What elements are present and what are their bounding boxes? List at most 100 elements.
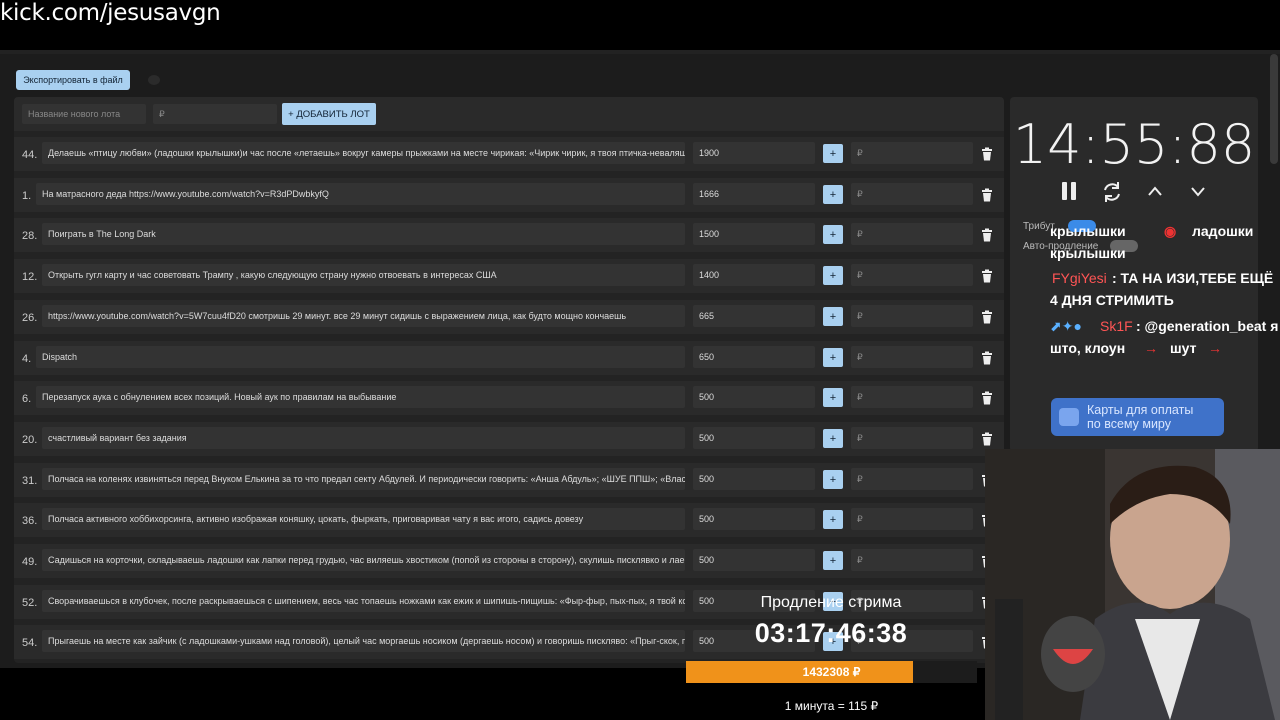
arrow-icon: → xyxy=(1144,340,1158,356)
lot-add-amount-input[interactable]: ₽ xyxy=(851,223,973,245)
payment-cards-banner[interactable]: Карты для оплаты по всему миру xyxy=(1051,398,1224,436)
lot-add-amount-input[interactable]: ₽ xyxy=(851,183,973,205)
lot-title-input[interactable]: Открыть гугл карту и час советовать Трам… xyxy=(42,264,685,286)
lot-add-amount-input[interactable]: ₽ xyxy=(851,346,973,368)
lot-row: 26. https://www.youtube.com/watch?v=5W7cu… xyxy=(14,300,1004,334)
lot-title-input[interactable]: Поиграть в The Long Dark xyxy=(42,223,685,245)
chat-overlay: крылышки ◉ ладошки крылышки FYgiYesi : Т… xyxy=(1048,223,1280,366)
channel-url-overlay: kick.com/jesusavgn xyxy=(0,0,221,26)
lot-title-input[interactable]: Прыгаешь на месте как зайчик (с ладошкам… xyxy=(42,630,685,652)
lot-row: 6. Перезапуск аука с обнулением всех пози… xyxy=(14,381,1004,415)
reset-icon[interactable] xyxy=(1101,181,1123,203)
lot-row: 4. Dispatch 650 + ₽ xyxy=(14,341,1004,375)
add-to-lot-button[interactable]: + xyxy=(823,144,843,163)
lot-number: 36. xyxy=(22,515,38,527)
lot-amount-input[interactable]: 500 xyxy=(693,427,815,449)
trash-icon[interactable] xyxy=(980,147,994,161)
lot-amount-input[interactable]: 500 xyxy=(693,508,815,530)
pause-icon[interactable] xyxy=(1060,181,1080,201)
donation-progress-bar: 1432308 ₽ xyxy=(686,661,977,683)
chat-message: што, клоун xyxy=(1050,340,1126,356)
lot-number: 44. xyxy=(22,149,38,161)
export-button[interactable]: Экспортировать в файл xyxy=(16,70,130,90)
lot-number: 31. xyxy=(22,475,38,487)
lot-row: 20. счастливый вариант без задания 500 + ₽ xyxy=(14,422,1004,456)
lot-number: 52. xyxy=(22,597,38,609)
add-to-lot-button[interactable]: + xyxy=(823,388,843,407)
lot-amount-input[interactable]: 500 xyxy=(693,549,815,571)
add-to-lot-button[interactable]: + xyxy=(823,429,843,448)
trash-icon[interactable] xyxy=(980,310,994,324)
card-icon xyxy=(1059,408,1079,426)
chat-username: FYgiYesi xyxy=(1052,270,1107,286)
lot-row: 36. Полчаса активного хоббихорсинга, акти… xyxy=(14,503,1004,537)
add-to-lot-button[interactable]: + xyxy=(823,510,843,529)
chevron-up-icon[interactable] xyxy=(1147,185,1163,197)
lot-amount-input[interactable]: 1900 xyxy=(693,142,815,164)
chat-message: : ТА НА ИЗИ,ТЕБЕ ЕЩЁ xyxy=(1112,270,1274,286)
lot-add-amount-input[interactable]: ₽ xyxy=(851,386,973,408)
lot-number: 20. xyxy=(22,434,38,446)
trash-icon[interactable] xyxy=(980,432,994,446)
chat-text: крылышки xyxy=(1050,245,1126,261)
lot-amount-input[interactable]: 500 xyxy=(693,386,815,408)
page-scrollbar[interactable] xyxy=(1270,54,1278,164)
add-to-lot-button[interactable]: + xyxy=(823,185,843,204)
lot-amount-input[interactable]: 650 xyxy=(693,346,815,368)
lot-title-input[interactable]: Сворачиваешься в клубочек, после раскрыв… xyxy=(42,590,685,612)
chat-message: шут xyxy=(1170,340,1197,356)
add-to-lot-button[interactable]: + xyxy=(823,551,843,570)
chat-text: крылышки xyxy=(1050,223,1126,239)
lot-amount-input[interactable]: 1666 xyxy=(693,183,815,205)
trash-icon[interactable] xyxy=(980,351,994,365)
add-to-lot-button[interactable]: + xyxy=(823,266,843,285)
minute-rate: 1 минута = 115 ₽ xyxy=(784,699,879,713)
lot-title-input[interactable]: https://www.youtube.com/watch?v=5W7cuu4f… xyxy=(42,305,685,327)
lot-amount-input[interactable]: 500 xyxy=(693,468,815,490)
lot-add-amount-input[interactable]: ₽ xyxy=(851,427,973,449)
lots-panel: Название нового лота ₽ + ДОБАВИТЬ ЛОТ 44… xyxy=(14,97,1004,663)
chevron-down-icon[interactable] xyxy=(1190,185,1206,197)
lot-title-input[interactable]: Перезапуск аука с обнулением всех позици… xyxy=(36,386,685,408)
lot-number: 1. xyxy=(22,190,32,202)
trash-icon[interactable] xyxy=(980,391,994,405)
lot-title-input[interactable]: счастливый вариант без задания xyxy=(42,427,685,449)
auction-timer: 14:55:88 xyxy=(1012,113,1256,176)
lot-add-amount-input[interactable]: ₽ xyxy=(851,264,973,286)
lot-title-input[interactable]: На матрасного деда https://www.youtube.c… xyxy=(36,183,685,205)
donation-total: 1432308 ₽ xyxy=(802,665,861,679)
new-lot-amount-input[interactable]: ₽ xyxy=(153,104,277,124)
webcam-feed xyxy=(985,449,1280,720)
trash-icon[interactable] xyxy=(980,269,994,283)
lot-amount-input[interactable]: 1400 xyxy=(693,264,815,286)
lot-title-input[interactable]: Полчаса на коленях извиняться перед Внук… xyxy=(42,468,685,490)
lot-add-amount-input[interactable]: ₽ xyxy=(851,549,973,571)
lot-amount-input[interactable]: 665 xyxy=(693,305,815,327)
lot-title-input[interactable]: Садишься на корточки, складываешь ладошк… xyxy=(42,549,685,571)
lot-row: 1. На матрасного деда https://www.youtube… xyxy=(14,178,1004,212)
stream-extension-timer: 03:17:46:38 xyxy=(754,618,908,648)
lot-number: 49. xyxy=(22,556,38,568)
lot-title-input[interactable]: Полчаса активного хоббихорсинга, активно… xyxy=(42,508,685,530)
lot-add-amount-input[interactable]: ₽ xyxy=(851,142,973,164)
lot-amount-input[interactable]: 1500 xyxy=(693,223,815,245)
add-to-lot-button[interactable]: + xyxy=(823,307,843,326)
add-to-lot-button[interactable]: + xyxy=(823,470,843,489)
chat-message: 4 ДНЯ СТРИМИТЬ xyxy=(1050,292,1174,308)
add-to-lot-button[interactable]: + xyxy=(823,348,843,367)
chat-text: ладошки xyxy=(1192,223,1254,239)
new-lot-name-input[interactable]: Название нового лота xyxy=(22,104,146,124)
trash-icon[interactable] xyxy=(980,188,994,202)
add-lot-button[interactable]: + ДОБАВИТЬ ЛОТ xyxy=(282,103,376,125)
lot-add-amount-input[interactable]: ₽ xyxy=(851,468,973,490)
lot-add-amount-input[interactable]: ₽ xyxy=(851,305,973,327)
banner-line-2: по всему миру xyxy=(1087,417,1171,431)
lot-title-input[interactable]: Dispatch xyxy=(36,346,685,368)
lot-add-amount-input[interactable]: ₽ xyxy=(851,508,973,530)
lot-title-input[interactable]: Делаешь «птицу любви» (ладошки крылышки)… xyxy=(42,142,685,164)
streamer-video xyxy=(985,449,1280,720)
add-to-lot-button[interactable]: + xyxy=(823,225,843,244)
lot-row: 28. Поиграть в The Long Dark 1500 + ₽ xyxy=(14,218,1004,252)
trash-icon[interactable] xyxy=(980,228,994,242)
lot-number: 12. xyxy=(22,271,38,283)
